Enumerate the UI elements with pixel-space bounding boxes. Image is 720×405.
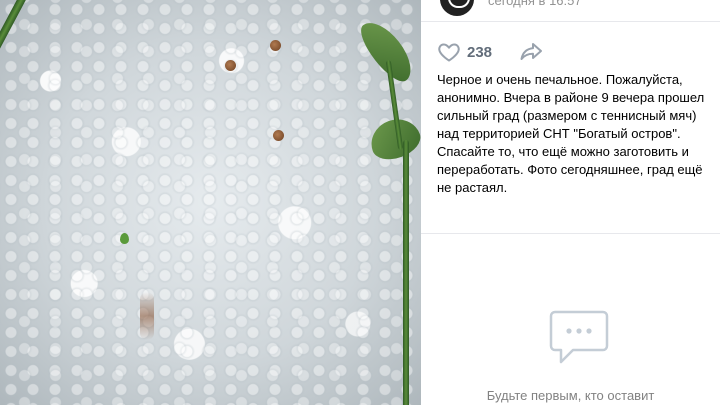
post-header: сегодня в 16:57 — [421, 0, 720, 22]
divider — [421, 233, 720, 234]
share-arrow-icon[interactable] — [518, 40, 544, 64]
no-comments-text: Будьте первым, кто оставит — [486, 388, 655, 403]
heart-icon[interactable] — [437, 40, 461, 64]
like-count: 238 — [467, 43, 493, 61]
avatar[interactable] — [440, 0, 474, 16]
speech-bubble-icon — [547, 308, 611, 368]
seed — [273, 130, 284, 141]
seed — [225, 60, 236, 71]
hail-texture-layer — [0, 0, 421, 405]
seed — [270, 40, 281, 51]
plant-stem-right — [403, 140, 409, 405]
post-actions: 238 — [437, 40, 544, 64]
post-date[interactable]: сегодня в 16:57 — [488, 0, 582, 8]
post-panel: сегодня в 16:57 238 Черное и очень печал… — [421, 0, 720, 405]
post-photo[interactable] — [0, 0, 421, 405]
post-text: Черное и очень печальное. Пожалуйста, ан… — [437, 72, 705, 195]
small-leaf — [120, 233, 129, 244]
soil-stain — [140, 292, 154, 340]
